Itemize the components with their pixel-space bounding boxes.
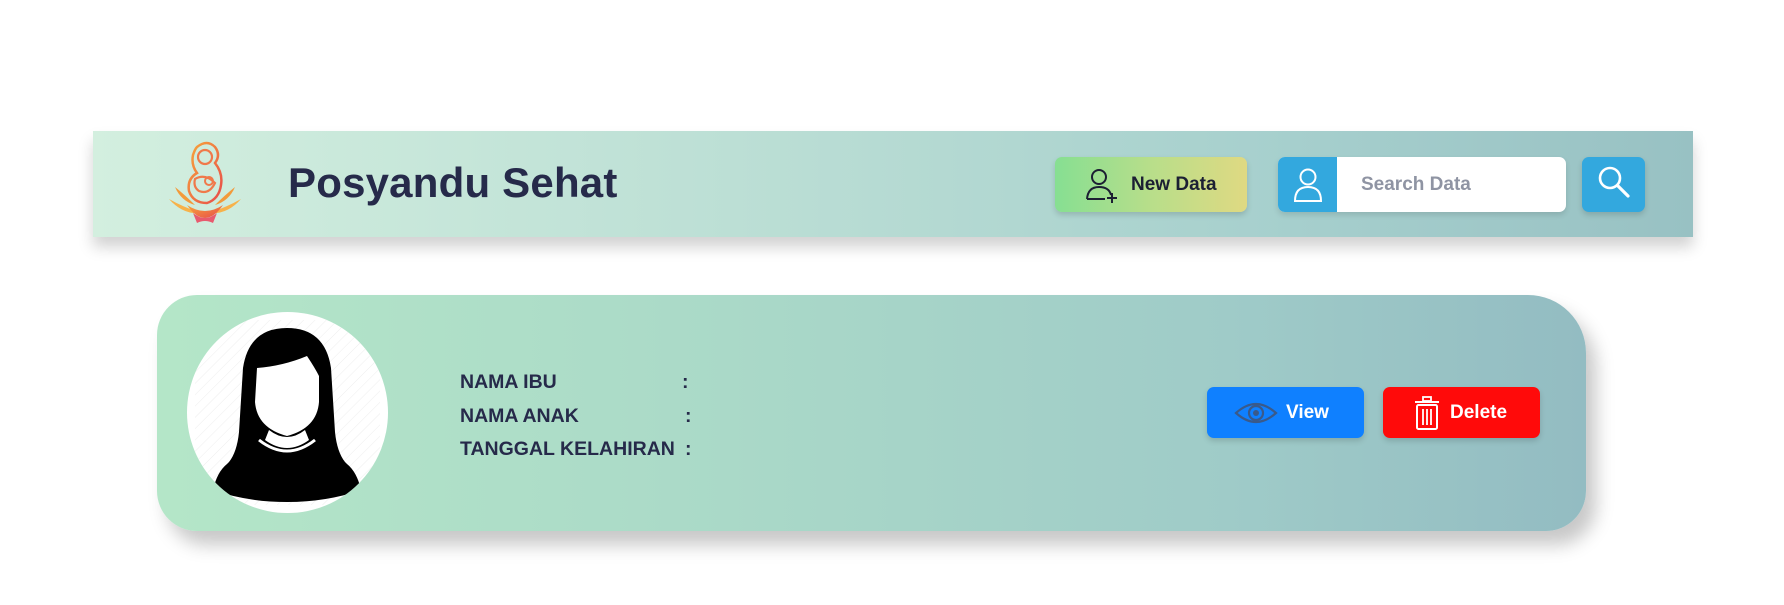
new-data-label: New Data: [1131, 173, 1217, 195]
field-label: NAMA ANAK: [460, 404, 579, 427]
user-icon: [1278, 157, 1337, 212]
search-box: [1278, 157, 1566, 212]
trash-icon: [1414, 395, 1440, 430]
field-separator: :: [685, 438, 692, 460]
field-label: NAMA IBU: [460, 371, 557, 393]
add-user-icon: [1085, 167, 1119, 203]
field-separator: :: [682, 371, 689, 393]
delete-button[interactable]: Delete: [1383, 387, 1540, 438]
page: Posyandu Sehat New Data Search Data NAMA…: [0, 0, 1784, 605]
new-data-button[interactable]: New Data: [1055, 157, 1247, 212]
female-avatar-icon: [187, 312, 388, 513]
view-button[interactable]: View: [1207, 387, 1364, 438]
search-input[interactable]: [1337, 157, 1566, 212]
search-button[interactable]: [1582, 157, 1645, 212]
record-card: NAMA IBU : NAMA ANAK : TANGGAL KELAHIRAN…: [157, 295, 1586, 531]
field-separator: :: [685, 404, 692, 427]
search-icon: [1597, 165, 1631, 204]
delete-label: Delete: [1450, 401, 1508, 423]
field-label: TANGGAL KELAHIRAN: [460, 438, 675, 460]
eye-icon: [1234, 399, 1278, 427]
mother-child-logo: [165, 139, 245, 227]
app-header: Posyandu Sehat New Data: [93, 131, 1693, 237]
view-label: View: [1286, 401, 1329, 423]
app-title: Posyandu Sehat: [288, 159, 618, 206]
